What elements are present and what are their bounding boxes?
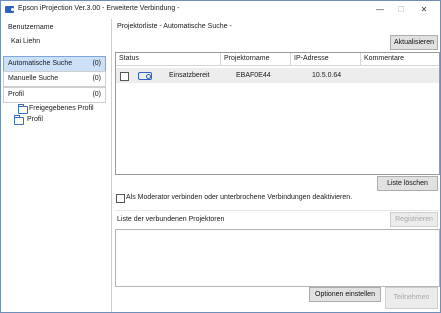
clear-list-button[interactable]: Liste löschen bbox=[377, 176, 438, 191]
column-header-status[interactable]: Status bbox=[119, 55, 139, 62]
moderator-checkbox[interactable] bbox=[116, 194, 125, 203]
window-title: Epson iProjection Ver.3.00 - Erweiterte … bbox=[18, 5, 180, 12]
sidebar-item-label: Automatische Suche bbox=[8, 60, 73, 67]
folder-open-icon bbox=[14, 115, 24, 125]
tree-item-shared-profile[interactable]: Freigegebenes Profil bbox=[29, 105, 94, 112]
sidebar-item-count: (0) bbox=[92, 60, 101, 67]
status-cell: Einsatzbereit bbox=[169, 72, 210, 79]
column-divider bbox=[220, 53, 221, 65]
close-button[interactable]: ✕ bbox=[413, 3, 435, 16]
sidebar-item-label: Manuelle Suche bbox=[8, 75, 59, 82]
projector-name-cell: EBAF0E44 bbox=[236, 72, 271, 79]
row-checkbox[interactable] bbox=[120, 72, 129, 81]
set-options-button[interactable]: Optionen einstellen bbox=[309, 287, 381, 302]
tree-item-profile[interactable]: Profil bbox=[27, 116, 43, 123]
user-name-heading: Benutzername bbox=[8, 24, 54, 31]
projector-app-icon bbox=[5, 6, 14, 13]
sidebar-item-profile[interactable]: Profil (0) bbox=[3, 87, 106, 103]
sidebar-item-automatic-search[interactable]: Automatische Suche (0) bbox=[3, 56, 106, 72]
title-bar: Epson iProjection Ver.3.00 - Erweiterte … bbox=[1, 1, 440, 19]
projector-list-heading: Projektorliste - Automatische Suche - bbox=[117, 23, 232, 30]
column-divider bbox=[290, 53, 291, 65]
user-name-value: Kai Liehn bbox=[11, 38, 41, 45]
table-row[interactable]: Einsatzbereit EBAF0E44 10.5.0.64 bbox=[116, 68, 439, 83]
folder-icon bbox=[18, 104, 28, 114]
projector-table: Status Projektorname IP-Adresse Kommenta… bbox=[115, 52, 440, 175]
join-button[interactable]: Teilnehmen bbox=[385, 287, 438, 309]
table-header: Status Projektorname IP-Adresse Kommenta… bbox=[116, 53, 439, 66]
refresh-button[interactable]: Aktualisieren bbox=[390, 35, 438, 50]
projector-icon bbox=[138, 72, 152, 80]
sidebar-item-label: Profil bbox=[8, 91, 24, 98]
sidebar-item-count: (0) bbox=[92, 91, 101, 98]
connected-projectors-list bbox=[115, 229, 440, 287]
column-header-comments[interactable]: Kommentare bbox=[364, 55, 404, 62]
column-divider bbox=[360, 53, 361, 65]
sidebar: Benutzername Kai Liehn Automatische Such… bbox=[1, 19, 112, 312]
column-header-projector-name[interactable]: Projektorname bbox=[224, 55, 270, 62]
sidebar-item-count: (0) bbox=[92, 75, 101, 82]
column-header-ip-address[interactable]: IP-Adresse bbox=[294, 55, 329, 62]
maximize-button[interactable]: ☐ bbox=[390, 3, 412, 16]
minimize-button[interactable]: — bbox=[369, 3, 391, 16]
ip-address-cell: 10.5.0.64 bbox=[312, 72, 342, 79]
connected-projectors-heading: Liste der verbundenen Projektoren bbox=[117, 216, 225, 223]
sidebar-item-manual-search[interactable]: Manuelle Suche (0) bbox=[3, 71, 106, 87]
register-button[interactable]: Registrieren bbox=[390, 212, 438, 227]
section-divider bbox=[115, 210, 439, 211]
moderator-label: Als Moderator verbinden oder unterbroche… bbox=[126, 194, 353, 201]
app-window: Epson iProjection Ver.3.00 - Erweiterte … bbox=[0, 0, 441, 313]
